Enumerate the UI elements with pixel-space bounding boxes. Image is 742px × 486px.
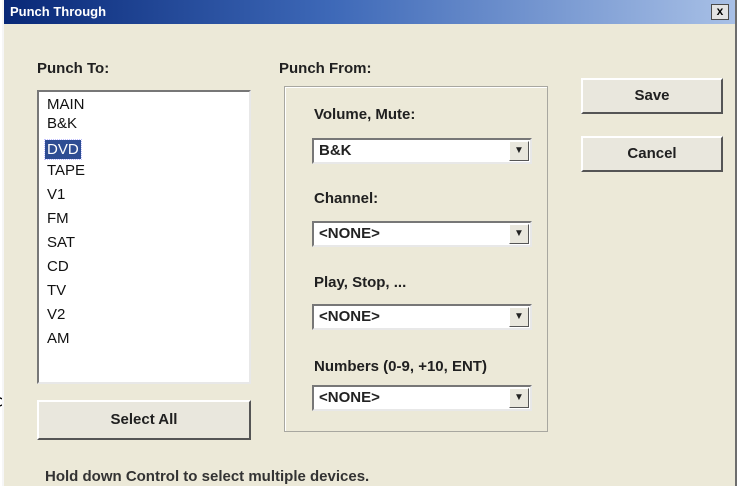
volume-mute-value: B&K	[319, 142, 352, 159]
list-item[interactable]: MAIN	[45, 95, 87, 114]
list-item[interactable]: CD	[45, 257, 71, 276]
channel-value: <NONE>	[319, 225, 380, 242]
volume-mute-label: Volume, Mute:	[314, 106, 416, 123]
close-icon[interactable]: x	[711, 4, 729, 20]
play-stop-select[interactable]: <NONE> ▼	[312, 304, 532, 330]
list-item[interactable]: V1	[45, 185, 67, 204]
volume-mute-select[interactable]: B&K ▼	[312, 138, 532, 164]
title-bar[interactable]: Punch Through x	[4, 0, 735, 24]
list-item[interactable]: V2	[45, 305, 67, 324]
list-item[interactable]: FM	[45, 209, 71, 228]
punch-through-dialog: Punch Through x Punch To: Punch From: MA…	[2, 0, 737, 486]
dropdown-arrow-icon[interactable]: ▼	[509, 388, 529, 408]
list-item[interactable]: AM	[45, 329, 72, 348]
play-stop-value: <NONE>	[319, 308, 380, 325]
window-title: Punch Through	[10, 4, 107, 19]
list-item[interactable]: TV	[45, 281, 68, 300]
dropdown-arrow-icon[interactable]: ▼	[509, 307, 529, 327]
list-item-selected[interactable]: DVD	[44, 139, 82, 160]
numbers-select[interactable]: <NONE> ▼	[312, 385, 532, 411]
cancel-button[interactable]: Cancel	[581, 136, 723, 172]
list-item[interactable]: B&K	[45, 114, 79, 133]
channel-label: Channel:	[314, 190, 379, 207]
list-item[interactable]: SAT	[45, 233, 77, 252]
dropdown-arrow-icon[interactable]: ▼	[509, 224, 529, 244]
dropdown-arrow-icon[interactable]: ▼	[509, 141, 529, 161]
save-button[interactable]: Save	[581, 78, 723, 114]
punch-to-listbox[interactable]: MAIN B&K DVD TAPE V1 FM SAT CD TV V2 AM	[37, 90, 251, 384]
punch-to-label: Punch To:	[37, 60, 110, 77]
list-item[interactable]: TAPE	[45, 161, 87, 180]
play-stop-label: Play, Stop, ...	[314, 274, 407, 291]
numbers-label: Numbers (0-9, +10, ENT)	[314, 358, 487, 375]
channel-select[interactable]: <NONE> ▼	[312, 221, 532, 247]
select-all-button[interactable]: Select All	[37, 400, 251, 440]
numbers-value: <NONE>	[319, 389, 380, 406]
multi-select-hint: Hold down Control to select multiple dev…	[45, 468, 370, 485]
punch-from-label: Punch From:	[279, 60, 372, 77]
